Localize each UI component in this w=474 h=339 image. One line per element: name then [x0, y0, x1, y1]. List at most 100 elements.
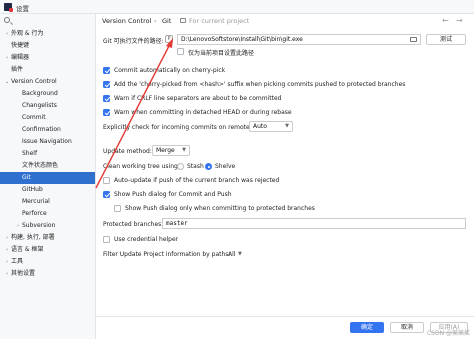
sidebar-item[interactable]: Shelf — [0, 148, 95, 160]
filter-paths-label: Filter Update Project information by pat… — [103, 251, 231, 258]
auto-update-label: Auto-update if push of the current branc… — [114, 177, 280, 184]
chevron-icon: › — [6, 55, 8, 61]
sidebar-item-label: Version Control — [11, 78, 57, 85]
cherry-suffix-label: Add the 'cherry-picked from <hash>' suff… — [114, 81, 406, 88]
clean-tree-label: Clean working tree using: — [103, 163, 180, 170]
commit-auto-checkbox[interactable] — [103, 67, 110, 74]
scope-text: For current project — [189, 17, 250, 25]
sidebar-item-label: Mercurial — [22, 198, 50, 205]
window-title: 设置 — [16, 5, 29, 13]
incoming-select[interactable]: Auto ▼ — [249, 121, 293, 132]
git-path-input[interactable]: D:\LenovoSoftstore\Install\Git\bin\git.e… — [177, 34, 421, 45]
chevron-icon: › — [6, 31, 8, 37]
chevron-icon: › — [6, 259, 8, 265]
update-method-value: Merge — [156, 147, 175, 154]
footer-divider — [96, 316, 474, 317]
search-icon — [4, 17, 10, 23]
stash-radio[interactable] — [177, 163, 184, 170]
chevron-icon: ⌄ — [4, 79, 10, 85]
sidebar-item[interactable]: › Subversion — [0, 220, 95, 232]
chevron-down-icon: ▼ — [182, 147, 186, 153]
sidebar-item[interactable]: GitHub — [0, 184, 95, 196]
stash-label: Stash — [187, 163, 204, 170]
sidebar-item-label: 构建, 执行, 部署 — [11, 234, 55, 241]
crlf-label: Warn if CRLF line separators are about t… — [114, 95, 282, 102]
sidebar-item-label: Confirmation — [22, 126, 61, 133]
sidebar-item[interactable]: Confirmation — [0, 124, 95, 136]
crlf-checkbox[interactable] — [103, 95, 110, 102]
sidebar-item-label: Changelists — [22, 102, 57, 109]
sidebar-item-label: 语言 & 框架 — [11, 246, 44, 253]
test-button[interactable]: 测试 — [426, 34, 466, 45]
breadcrumb-separator: › — [154, 17, 157, 25]
forward-arrow-icon[interactable]: → — [456, 16, 463, 25]
back-arrow-icon[interactable]: ← — [442, 16, 449, 25]
push-protected-checkbox[interactable] — [114, 205, 121, 212]
sidebar-item-label: Subversion — [22, 222, 56, 229]
sidebar-item[interactable]: 插件 — [0, 64, 95, 76]
sidebar-item-label: Git — [22, 174, 31, 181]
ok-button[interactable]: 确定 — [350, 322, 384, 333]
chevron-icon: › — [6, 235, 8, 241]
settings-sidebar: › 外观 & 行为 快捷键 › 编辑器 插件 ⌄ Version Control Backgro… — [0, 14, 96, 339]
sidebar-item-label: 其他设置 — [11, 270, 36, 277]
sidebar-item[interactable]: Mercurial — [0, 196, 95, 208]
project-only-checkbox[interactable] — [177, 48, 184, 55]
detached-head-checkbox[interactable] — [103, 109, 110, 116]
sidebar-item-label: 插件 — [11, 66, 24, 73]
sidebar-item-label: 快捷键 — [11, 42, 30, 49]
protected-branches-input[interactable]: master — [162, 218, 466, 229]
protected-branches-label: Protected branches: — [103, 221, 164, 228]
breadcrumb-current: Git — [162, 17, 172, 25]
sidebar-item-label: 外观 & 行为 — [11, 30, 44, 37]
sidebar-item[interactable]: 快捷键 — [0, 40, 95, 52]
credential-helper-label: Use credential helper — [114, 236, 179, 243]
help-icon[interactable]: P — [165, 35, 173, 43]
cherry-suffix-checkbox[interactable] — [103, 81, 110, 88]
chevron-icon: › — [17, 223, 19, 229]
shelve-radio[interactable] — [205, 163, 212, 170]
sidebar-item-label: 文件状态颜色 — [22, 162, 59, 169]
incoming-label: Explicitly check for incoming commits on… — [103, 124, 255, 131]
update-method-select[interactable]: Merge ▼ — [152, 145, 190, 156]
sidebar-item-label: Background — [22, 90, 58, 97]
auto-update-checkbox[interactable] — [103, 177, 110, 184]
sidebar-item-label: Shelf — [22, 150, 38, 157]
detached-head-label: Warn when committing in detached HEAD or… — [114, 109, 292, 116]
sidebar-item[interactable]: › 其他设置 — [0, 268, 95, 280]
sidebar-item[interactable]: 文件状态颜色 — [0, 160, 95, 172]
folder-icon[interactable] — [410, 37, 417, 42]
incoming-value: Auto — [253, 123, 267, 130]
title-bar: 设置 — [0, 0, 474, 14]
sidebar-item[interactable]: › 编辑器 — [0, 52, 95, 64]
sidebar-item-label: 编辑器 — [11, 54, 30, 61]
git-path-label: Git 可执行文件的路径: — [103, 38, 164, 45]
push-protected-label: Show Push dialog only when committing to… — [125, 205, 315, 212]
sidebar-item[interactable]: ⌄ Version Control — [0, 76, 95, 88]
chevron-down-icon: ▼ — [285, 123, 289, 129]
sidebar-item[interactable]: Perforce — [0, 208, 95, 220]
sidebar-item[interactable]: › 工具 — [0, 256, 95, 268]
chevron-down-icon[interactable]: ▼ — [238, 251, 242, 257]
breadcrumb-parent[interactable]: Version Control — [102, 17, 151, 25]
breadcrumb: Version Control › Git For current projec… — [96, 14, 474, 28]
credential-helper-checkbox[interactable] — [103, 236, 110, 243]
sidebar-item[interactable]: Background — [0, 88, 95, 100]
sidebar-search[interactable] — [3, 16, 91, 26]
sidebar-item-label: Perforce — [22, 210, 47, 217]
filter-paths-value[interactable]: All — [228, 251, 235, 258]
chevron-icon: › — [6, 271, 8, 277]
app-logo-icon — [4, 3, 13, 12]
sidebar-item[interactable]: Commit — [0, 112, 95, 124]
cancel-button[interactable]: 取消 — [390, 322, 424, 333]
project-scope-icon — [180, 18, 186, 23]
sidebar-item[interactable]: Git — [0, 172, 95, 184]
update-method-label: Update method: — [103, 148, 152, 155]
sidebar-item[interactable]: Issue Navigation — [0, 136, 95, 148]
sidebar-item[interactable]: › 外观 & 行为 — [0, 28, 95, 40]
shelve-label: Shelve — [215, 163, 236, 170]
show-push-checkbox[interactable] — [103, 191, 110, 198]
sidebar-item[interactable]: › 语言 & 框架 — [0, 244, 95, 256]
sidebar-item[interactable]: Changelists — [0, 100, 95, 112]
sidebar-item[interactable]: › 构建, 执行, 部署 — [0, 232, 95, 244]
